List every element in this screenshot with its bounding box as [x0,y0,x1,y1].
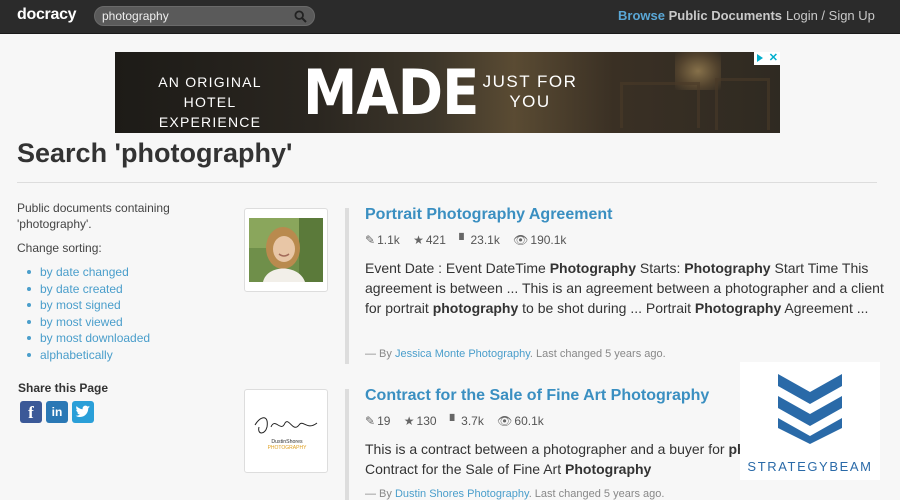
browse-public-documents-link[interactable]: Browse Public Documents [618,8,782,23]
dustin-shores-logo: DustinShores PHOTOGRAPHY [254,417,318,451]
facebook-icon[interactable]: f [20,401,42,423]
ad-chair-shape [620,82,700,128]
byline-prefix: — By [365,348,392,360]
sort-label: Change sorting: [17,241,102,255]
watermark-text: STRATEGYBEAM [747,459,873,474]
divider [17,182,877,183]
sort-by-most-downloaded[interactable]: by most downloaded [26,330,150,347]
result-stats: ✎ 1.1k ★ 421 ▘ 23.1k 👁 190.1k [365,233,576,247]
search-icon[interactable] [294,10,307,23]
logo-text-accent: PHOTOGRAPHY [268,445,307,451]
strategybeam-watermark: STRATEGYBEAM [740,362,880,480]
result-byline: — By Dustin Shores Photography. Last cha… [365,488,664,500]
pencil-icon: ✎ [365,233,376,247]
ad-tagline: AN ORIGINAL HOTEL EXPERIENCE [158,74,262,130]
brand-logo[interactable]: docracy [17,6,77,24]
author-link[interactable]: Dustin Shores Photography [395,488,529,500]
sort-by-most-signed[interactable]: by most signed [26,297,150,314]
star-count: 130 [416,414,437,428]
eye-icon: 👁 [513,233,529,247]
result-stats: ✎ 19 ★ 130 ▘ 3.7k 👁 60.1k [365,414,554,428]
public-documents-label: Public Documents [668,8,783,23]
pencil-icon: ✎ [365,414,376,428]
close-icon[interactable]: ✕ [769,52,778,64]
page-title: Search 'photography' [17,138,293,168]
login-signup-link[interactable]: Login / Sign Up [786,8,875,23]
result-accent-bar [345,389,349,500]
last-changed-text: . Last changed 5 years ago. [529,348,666,360]
sort-by-date-created[interactable]: by date created [26,281,150,298]
browse-label: Browse [618,8,665,23]
result-thumbnail[interactable]: DustinShores PHOTOGRAPHY [244,389,328,473]
last-changed-text: . Last changed 5 years ago. [528,488,665,500]
adchoices-icon [757,54,763,62]
eye-icon: 👁 [497,414,513,428]
sort-alphabetically[interactable]: alphabetically [26,347,150,364]
view-count: 190.1k [530,233,567,247]
strategybeam-logo-icon [778,374,842,444]
byline-prefix: — By [365,488,392,500]
ad-headline: MADE [303,56,479,129]
result-thumbnail[interactable] [244,208,328,292]
share-title: Share this Page [18,381,109,395]
star-count: 421 [425,233,446,247]
star-icon: ★ [413,233,424,247]
ad-chair-shape [715,78,770,130]
result-byline: — By Jessica Monte Photography. Last cha… [365,348,666,360]
download-count: 23.1k [470,233,500,247]
edit-count: 1.1k [377,233,400,247]
sort-by-date-changed[interactable]: by date changed [26,264,150,281]
search-input[interactable] [102,8,292,24]
edit-count: 19 [377,414,391,428]
author-link[interactable]: Jessica Monte Photography [395,348,530,360]
star-icon: ★ [403,414,415,428]
twitter-icon[interactable] [72,401,94,423]
ad-tagline-2: JUST FOR YOU [482,72,578,111]
result-accent-bar [345,208,349,364]
result-title-link[interactable]: Contract for the Sale of Fine Art Photog… [365,387,709,405]
result-title-link[interactable]: Portrait Photography Agreement [365,206,612,224]
sort-by-most-viewed[interactable]: by most viewed [26,314,150,331]
linkedin-icon[interactable]: in [46,401,68,423]
top-navbar: docracy Browse Public Documents Login / … [0,0,900,34]
view-count: 60.1k [514,414,544,428]
document-icon: ▘ [449,414,460,428]
search-description: Public documents containing 'photography… [17,201,170,231]
sort-options-list: by date changed by date created by most … [26,264,150,363]
search-box[interactable] [94,6,315,26]
adchoices-button[interactable]: ✕ [754,52,780,65]
document-icon: ▘ [459,233,469,247]
ad-banner[interactable]: AN ORIGINAL HOTEL EXPERIENCE MADE JUST F… [115,52,780,133]
portrait-photo [249,218,323,282]
result-snippet: Event Date : Event DateTime Photography … [365,260,884,316]
download-count: 3.7k [461,414,484,428]
